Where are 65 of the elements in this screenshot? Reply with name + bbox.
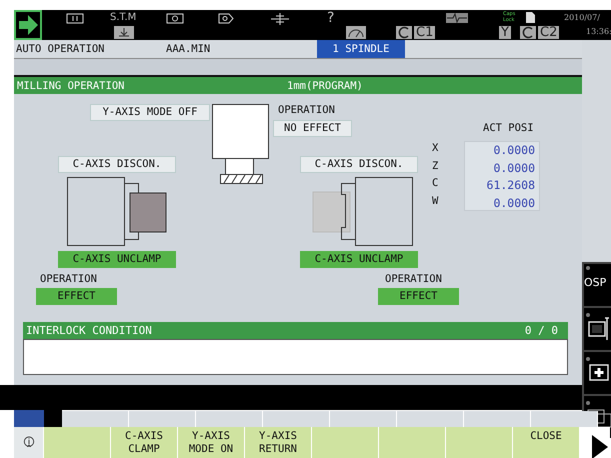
c-axis-status-label: C-AXIS DISCON. bbox=[58, 156, 176, 173]
clamp-status-label: C-AXIS UNCLAMP bbox=[300, 251, 418, 268]
page-tab[interactable] bbox=[44, 410, 62, 427]
frame-icon[interactable] bbox=[66, 13, 84, 24]
mode-text: AUTO OPERATION bbox=[15, 43, 106, 55]
spindle-icon[interactable] bbox=[218, 13, 234, 24]
operation-status: NO EFFECT bbox=[273, 120, 352, 137]
program-name: AAA.MIN bbox=[166, 43, 212, 55]
page-tab[interactable] bbox=[330, 411, 397, 427]
panel-title: MILLING OPERATION bbox=[16, 80, 126, 92]
operation-status: EFFECT bbox=[36, 288, 117, 305]
softkey[interactable] bbox=[379, 427, 446, 458]
position-value: 0.0000 bbox=[493, 142, 535, 159]
chuck-status-icon bbox=[520, 26, 536, 39]
chuck-status-icon bbox=[396, 26, 412, 39]
clamp-status-label: C-AXIS UNCLAMP bbox=[58, 251, 176, 268]
panel-subtitle: 1mm(PROGRAM) bbox=[287, 80, 363, 92]
y-indicator: Y bbox=[499, 26, 511, 39]
softkey[interactable]: Y-AXIS MODE ON bbox=[178, 427, 245, 458]
time-text: 13:36: bbox=[586, 27, 611, 37]
c2-indicator: C2 bbox=[538, 26, 560, 39]
page-tab[interactable] bbox=[62, 411, 129, 427]
softkey[interactable]: CLOSE bbox=[513, 427, 580, 458]
y-axis-mode-label: Y-AXIS MODE OFF bbox=[90, 104, 210, 121]
download-icon[interactable] bbox=[114, 26, 134, 39]
softkey[interactable]: C-AXIS CLAMP bbox=[111, 427, 178, 458]
position-value: 0.0000 bbox=[493, 194, 535, 212]
interlock-count: 0 / 0 bbox=[524, 324, 558, 337]
axis-label: Z bbox=[432, 158, 438, 174]
help-label[interactable]: ? bbox=[327, 10, 334, 26]
softkey[interactable]: Y-AXIS RETURN bbox=[245, 427, 312, 458]
spindle-tab[interactable]: 1 SPINDLE bbox=[317, 40, 405, 58]
position-value: 0.0000 bbox=[493, 160, 535, 176]
waveform-icon bbox=[446, 13, 468, 23]
osp-logo: OSP bbox=[584, 276, 608, 289]
page-tab[interactable] bbox=[196, 411, 263, 427]
monitor-wrench-icon[interactable] bbox=[585, 312, 611, 342]
document-icon bbox=[526, 12, 535, 23]
act-posi-title: ACT POSI bbox=[483, 122, 534, 134]
page-tab[interactable] bbox=[464, 411, 531, 427]
operation-label: OPERATION bbox=[385, 273, 442, 285]
gauge-icon bbox=[346, 26, 366, 39]
softkey[interactable] bbox=[446, 427, 513, 458]
target-icon[interactable] bbox=[166, 13, 184, 24]
next-page-icon[interactable] bbox=[580, 427, 610, 458]
operation-label: OPERATION bbox=[278, 104, 335, 116]
position-value: 61.2608 bbox=[486, 177, 535, 194]
date-text: 2010/07/ bbox=[564, 13, 600, 23]
page-tab[interactable] bbox=[263, 411, 330, 427]
axis-label: C bbox=[432, 176, 438, 191]
axis-label: X bbox=[432, 141, 438, 156]
operation-status: EFFECT bbox=[378, 288, 459, 305]
axis-icon[interactable] bbox=[270, 12, 290, 26]
operation-label: OPERATION bbox=[40, 273, 97, 285]
info-button[interactable] bbox=[14, 427, 44, 458]
stm-label[interactable]: S.T.M bbox=[110, 12, 136, 24]
axis-label: W bbox=[432, 194, 438, 208]
page-tab[interactable] bbox=[397, 411, 464, 427]
logo-button[interactable]: OSP bbox=[582, 262, 611, 306]
softkey[interactable] bbox=[312, 427, 379, 458]
c-axis-status-label: C-AXIS DISCON. bbox=[300, 156, 418, 173]
page-tab[interactable] bbox=[129, 411, 196, 427]
interlock-title: INTERLOCK CONDITION bbox=[26, 324, 152, 337]
c1-indicator: C1 bbox=[414, 26, 436, 39]
info-icon bbox=[22, 435, 34, 450]
